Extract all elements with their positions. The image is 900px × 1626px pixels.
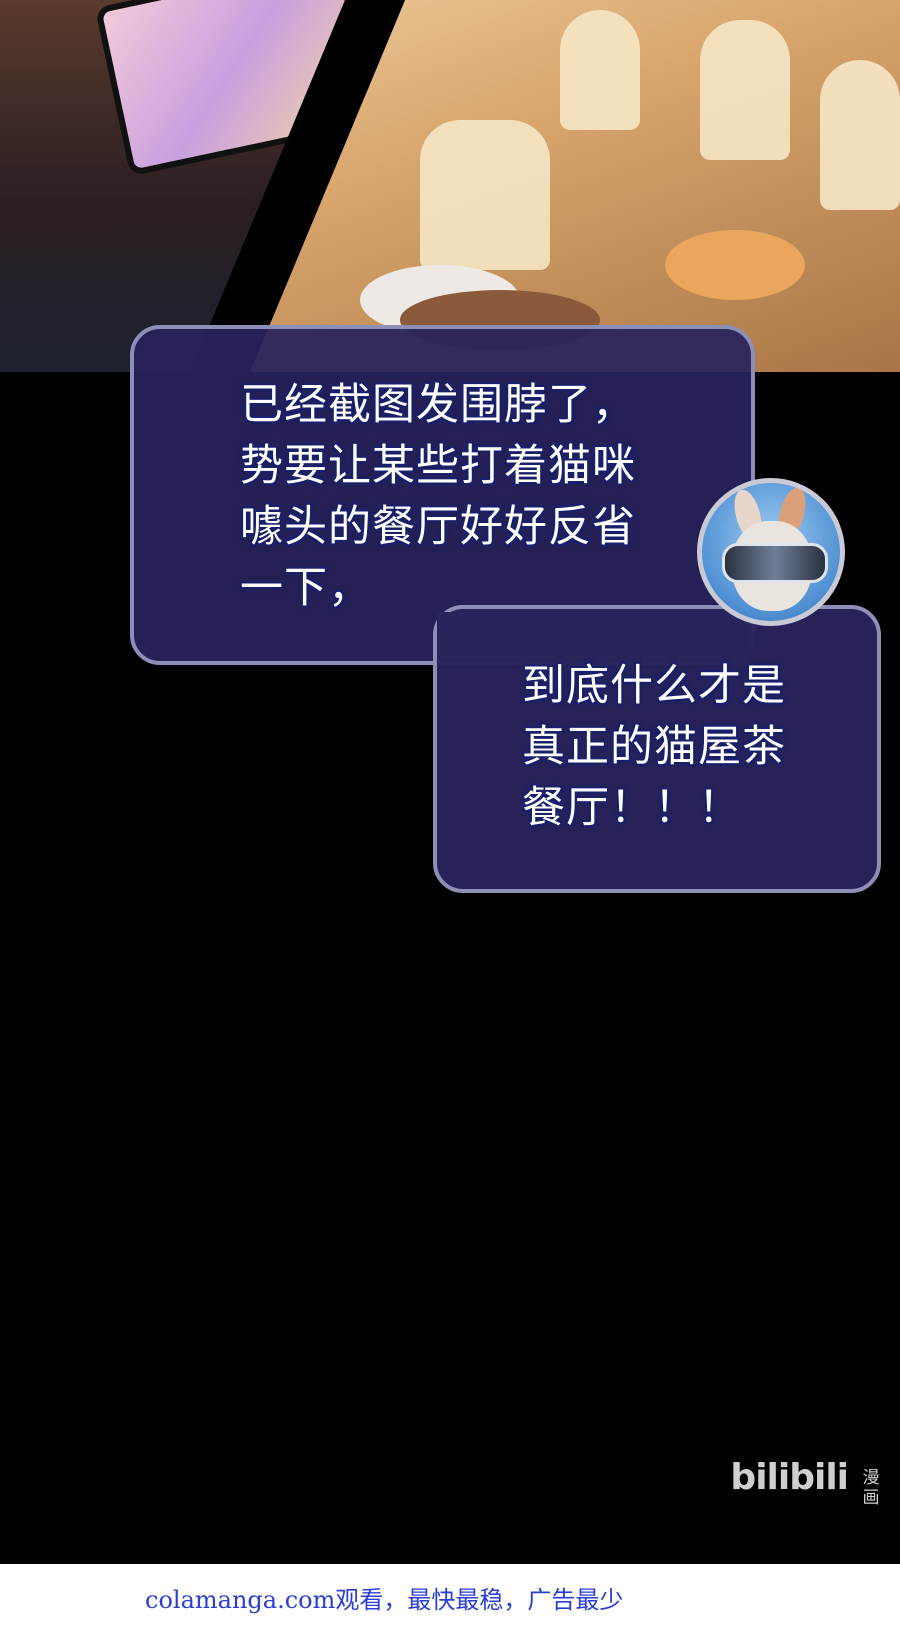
bubble-2-text: 到底什么才是 真正的猫屋茶 餐厅！！！ xyxy=(522,656,786,839)
speaker-avatar xyxy=(697,478,845,626)
bubble-2-line: 真正的猫屋茶 xyxy=(522,722,786,772)
chair-illustration xyxy=(820,60,900,210)
bubble-2-line: 到底什么才是 xyxy=(522,661,786,711)
bubble-1-line: 已经截图发围脖了， xyxy=(240,380,636,430)
bubble-1-text: 已经截图发围脖了， 势要让某些打着猫咪 噱头的餐厅好好反省 一下， xyxy=(240,375,636,619)
footer-link[interactable]: colamanga.com观看，最快最稳，广告最少 xyxy=(145,1580,623,1615)
bubble-1-line: 一下， xyxy=(240,563,372,613)
bubble-1-line: 势要让某些打着猫咪 xyxy=(240,441,636,491)
chair-illustration xyxy=(420,120,550,270)
comic-panel-top xyxy=(0,0,900,372)
bilibili-logo-sub: 漫画 xyxy=(862,1468,880,1508)
chair-illustration xyxy=(560,10,640,130)
goggles-icon xyxy=(722,543,828,583)
chair-illustration xyxy=(700,20,790,160)
bubble-joint xyxy=(437,612,751,662)
bubble-1-line: 噱头的餐厅好好反省 xyxy=(240,502,636,552)
bilibili-logo: bilibili xyxy=(730,1457,849,1498)
orange-cat-illustration xyxy=(665,230,805,300)
footer-banner: colamanga.com观看，最快最稳，广告最少 xyxy=(0,1564,900,1626)
bubble-2-line: 餐厅！！！ xyxy=(522,783,742,833)
